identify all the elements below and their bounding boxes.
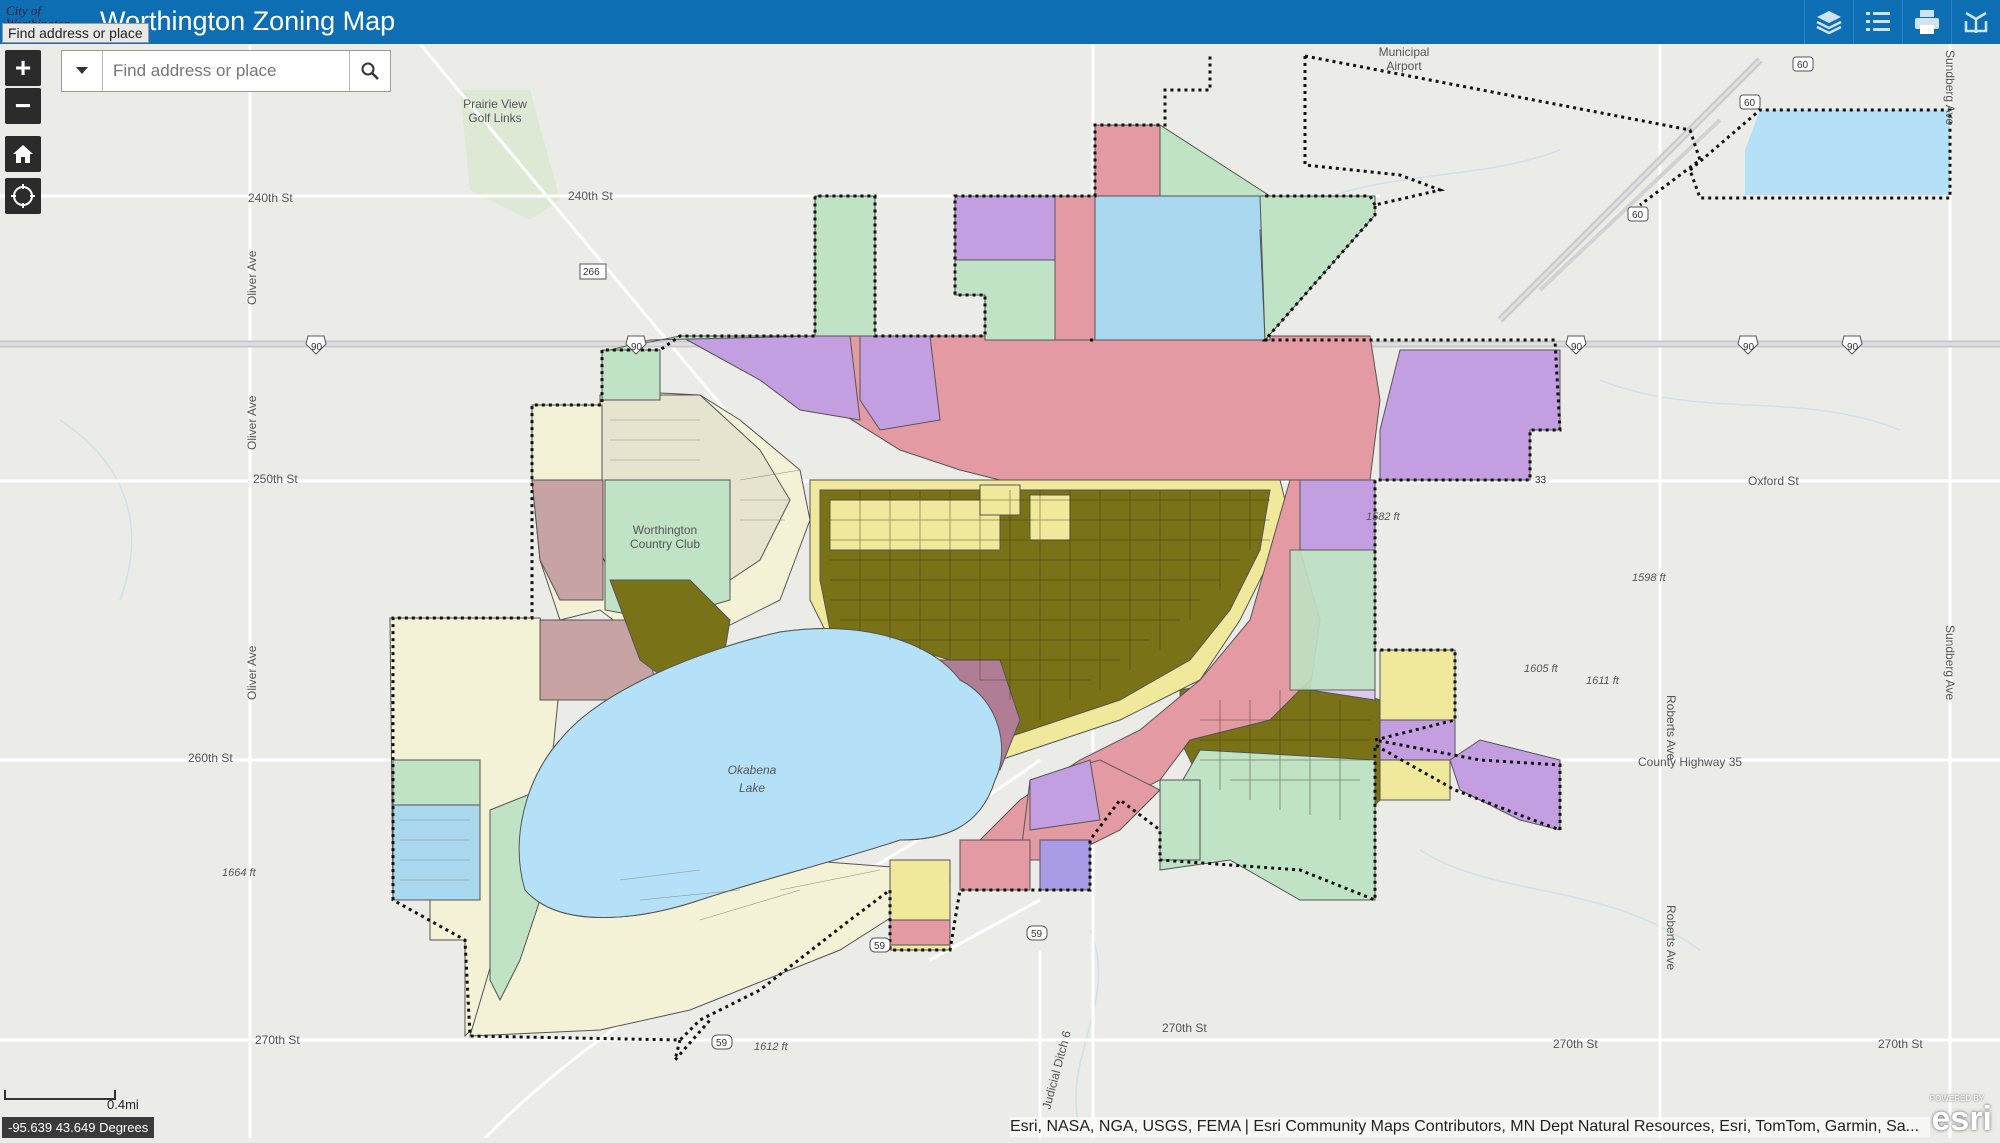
search-icon <box>361 62 379 80</box>
svg-text:60: 60 <box>1797 60 1809 71</box>
header-toolbar <box>1804 0 2000 44</box>
road-label: Roberts Ave <box>1664 905 1678 970</box>
svg-text:59: 59 <box>1031 929 1043 940</box>
svg-text:90: 90 <box>1571 342 1583 353</box>
road-label: Oxford St <box>1748 474 1799 488</box>
road-label: Oliver Ave <box>245 250 259 305</box>
road-label: Roberts Ave <box>1664 695 1678 760</box>
road-label: County Highway 35 <box>1638 755 1742 769</box>
place-label: Municipal <box>1379 45 1430 59</box>
zoning-map[interactable]: 90 90 90 90 90 59 59 59 60 60 60 266 33 … <box>0 43 2000 1140</box>
svg-text:60: 60 <box>1632 210 1644 221</box>
highway-33-shield: 33 <box>1535 475 1547 486</box>
legend-button[interactable] <box>1853 0 1902 44</box>
zoom-out-button[interactable]: − <box>5 88 41 124</box>
elevation-label: 1582 ft <box>1366 511 1401 523</box>
layers-button[interactable] <box>1804 0 1853 44</box>
scale-label: 0.4mi <box>107 1097 139 1112</box>
esri-logo[interactable]: esri <box>1932 1100 1993 1139</box>
road-label: Oliver Ave <box>245 395 259 450</box>
svg-text:60: 60 <box>1744 98 1756 109</box>
place-label: Prairie View <box>463 97 527 111</box>
home-icon <box>13 145 33 163</box>
scale-bar <box>4 1090 116 1100</box>
place-label: Lake <box>739 781 765 795</box>
road-label: Oliver Ave <box>245 645 259 700</box>
us-59-shield: 59 <box>711 1034 733 1050</box>
print-icon <box>1915 10 1939 34</box>
search-input[interactable] <box>103 51 349 91</box>
us-60-shield: 60 <box>1739 94 1761 110</box>
place-label: Airport <box>1386 59 1422 73</box>
layers-icon <box>1816 11 1842 35</box>
elevation-label: 1611 ft <box>1586 675 1620 687</box>
zoom-in-button[interactable]: + <box>5 50 41 86</box>
coordinate-readout[interactable]: -95.639 43.649 Degrees <box>2 1117 155 1138</box>
locate-icon <box>11 184 35 208</box>
county-266-shield: 266 <box>579 263 607 280</box>
road-label: 270th St <box>1162 1021 1207 1035</box>
road-label: 250th St <box>253 472 298 486</box>
place-label: Worthington <box>633 523 697 537</box>
road-label: Sundberg Ave <box>1943 50 1957 126</box>
legend-icon <box>1866 12 1890 31</box>
road-label: 270th St <box>1878 1037 1923 1051</box>
place-label: Okabena <box>728 763 777 777</box>
place-label: Country Club <box>630 537 700 551</box>
home-button[interactable] <box>5 136 41 172</box>
search-widget <box>61 50 391 92</box>
svg-text:90: 90 <box>1743 342 1755 353</box>
us-59-shield: 59 <box>869 937 891 953</box>
road-label: 240th St <box>248 191 293 205</box>
locate-button[interactable] <box>5 178 41 214</box>
elevation-label: 1664 ft <box>222 867 257 879</box>
print-button[interactable] <box>1902 0 1951 44</box>
app-header: City ofWorthington Worthington Zoning Ma… <box>0 0 2000 44</box>
elevation-label: 1605 ft <box>1524 663 1559 675</box>
elevation-label: 1612 ft <box>754 1041 789 1053</box>
us-60-shield: 60 <box>1627 206 1649 222</box>
elevation-label: 1598 ft <box>1632 572 1667 584</box>
search-button[interactable] <box>349 51 390 91</box>
road-label: Sundberg Ave <box>1943 625 1957 701</box>
chevron-down-icon <box>76 67 88 74</box>
search-source-dropdown[interactable] <box>62 51 103 91</box>
share-button[interactable] <box>1951 0 2000 44</box>
search-tooltip: Find address or place <box>2 23 149 43</box>
svg-text:90: 90 <box>631 342 643 353</box>
place-label: Golf Links <box>468 111 521 125</box>
us-60-shield: 60 <box>1792 56 1814 72</box>
road-label: 270th St <box>1553 1037 1598 1051</box>
svg-text:33: 33 <box>1535 475 1547 486</box>
svg-text:266: 266 <box>583 267 600 278</box>
road-label: 240th St <box>568 189 613 203</box>
road-label: 260th St <box>188 751 233 765</box>
svg-text:59: 59 <box>716 1038 728 1049</box>
map-attribution[interactable]: Esri, NASA, NGA, USGS, FEMA | Esri Commu… <box>1010 1117 1930 1137</box>
map-canvas[interactable]: 90 90 90 90 90 59 59 59 60 60 60 266 33 … <box>0 43 2000 1140</box>
svg-text:90: 90 <box>1847 342 1859 353</box>
svg-text:90: 90 <box>311 342 323 353</box>
svg-text:59: 59 <box>874 941 886 952</box>
us-59-shield: 59 <box>1026 925 1048 941</box>
share-icon <box>1964 11 1988 33</box>
road-label: 270th St <box>255 1033 300 1047</box>
